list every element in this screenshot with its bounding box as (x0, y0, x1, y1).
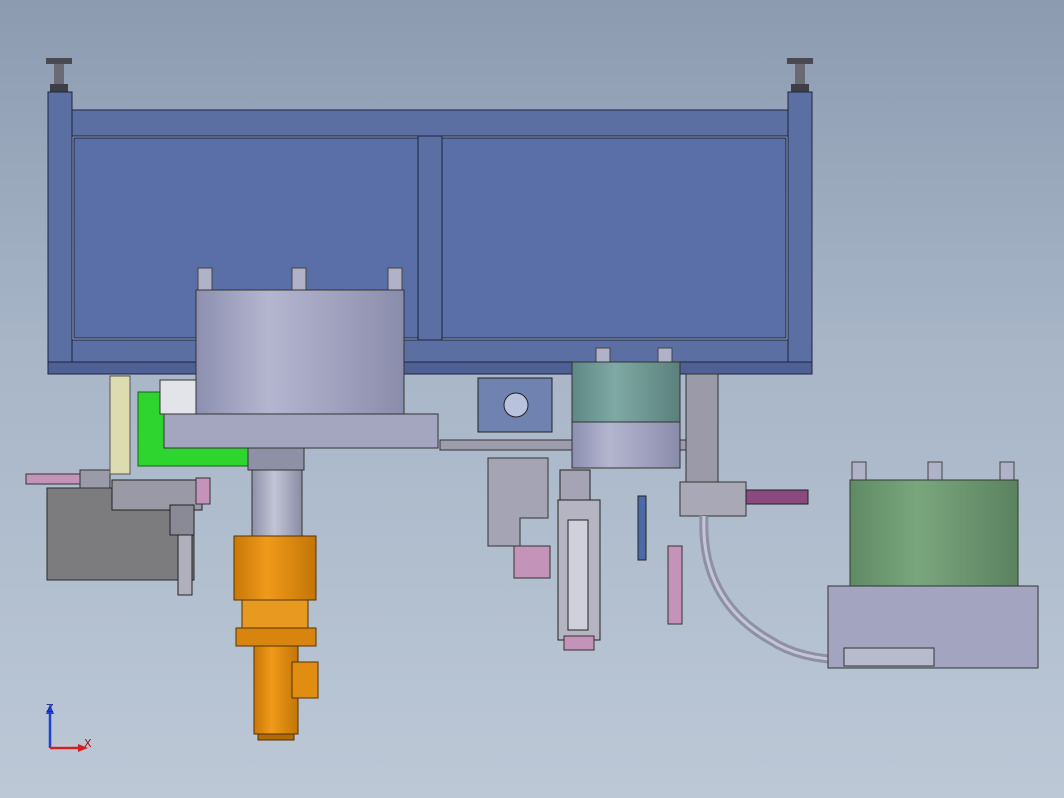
cad-assembly-view[interactable]: Z X (0, 0, 1064, 798)
z-axis-label: Z (46, 702, 54, 715)
left-spindle-housing[interactable] (163, 267, 439, 471)
pink-probe[interactable] (667, 545, 683, 625)
leveling-foot-right (787, 58, 813, 92)
right-actuator-block[interactable] (679, 481, 747, 517)
gear-hub (503, 392, 529, 418)
guide-column (109, 375, 131, 475)
sensor-box (159, 379, 197, 415)
axis-triad: Z X (46, 702, 92, 752)
x-axis-label: X (84, 737, 92, 750)
pink-air-cylinder-left[interactable] (25, 469, 111, 489)
center-l-bracket[interactable] (487, 457, 551, 579)
cad-viewport[interactable]: Z X (0, 0, 1064, 798)
right-air-cylinder[interactable] (745, 489, 809, 505)
spindle-shaft (251, 469, 303, 541)
teal-cylinder-unit[interactable] (571, 347, 681, 469)
orange-motor[interactable] (233, 535, 319, 741)
leveling-foot-left (46, 58, 72, 92)
vertical-slide[interactable] (557, 469, 601, 651)
right-green-cylinder-station[interactable] (827, 461, 1039, 669)
blue-sensor-rod (637, 495, 647, 561)
frame-panel-right (441, 137, 787, 339)
